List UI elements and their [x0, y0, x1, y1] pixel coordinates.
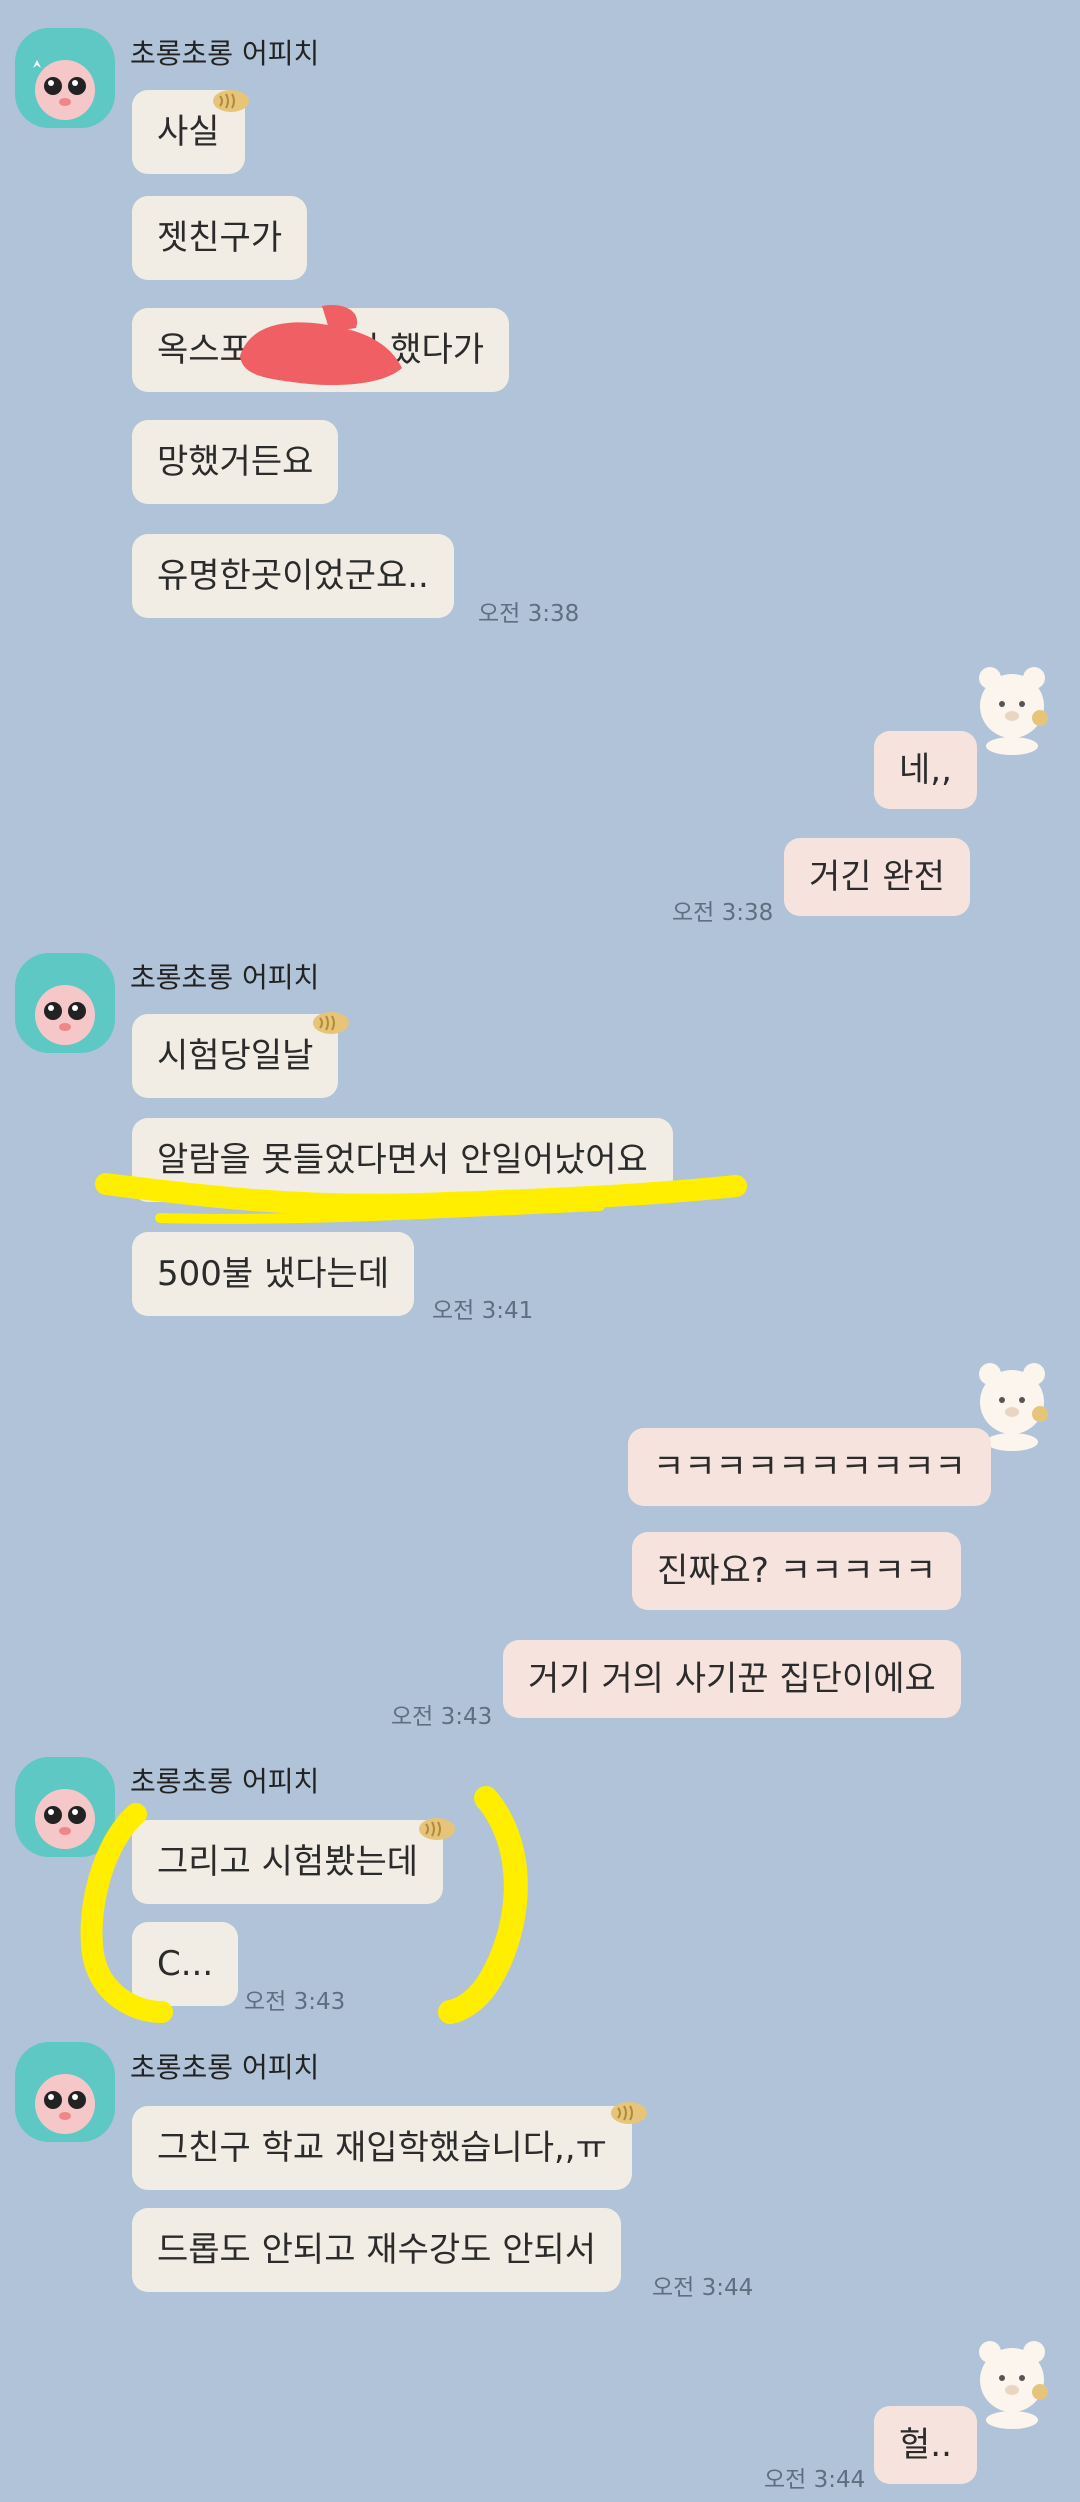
- message-bubble[interactable]: 500불 냈다는데: [132, 1232, 415, 1316]
- message-text: C...: [157, 1944, 214, 1984]
- message-bubble[interactable]: 그친구 학교 재입학했습니다,,ㅠ: [132, 2106, 632, 2190]
- yellow-underline-scribble: [155, 1201, 605, 1224]
- message-text: 드롭도 안되고 재수강도 안되서: [157, 2230, 597, 2270]
- message-bubble-sent[interactable]: 거기 거의 사기꾼 집단이에요: [503, 1640, 961, 1718]
- taiyaki-icon: [213, 90, 249, 112]
- message-bubble[interactable]: 그리고 시험봤는데: [132, 1820, 444, 1904]
- message-bubble-sent[interactable]: ㅋㅋㅋㅋㅋㅋㅋㅋㅋㅋ: [628, 1428, 991, 1506]
- message-text: 진짜요? ㅋㅋㅋㅋㅋ: [657, 1551, 937, 1591]
- message-bubble-sent[interactable]: 네,,: [874, 731, 977, 809]
- message-bubble-sent[interactable]: 거긴 완전: [784, 838, 970, 916]
- message-text: 알람을 못들었다면서 안일어났어요: [157, 1140, 648, 1180]
- avatar-apeach[interactable]: [15, 28, 115, 128]
- taiyaki-icon: [313, 1012, 349, 1034]
- message-bubble-sent[interactable]: 진짜요? ㅋㅋㅋㅋㅋ: [632, 1532, 962, 1610]
- avatar-apeach[interactable]: [15, 1757, 115, 1857]
- sender-name: 초롱초롱 어피치: [130, 1765, 320, 1798]
- timestamp: 오전 3:41: [432, 1298, 534, 1324]
- avatar-apeach[interactable]: [15, 953, 115, 1053]
- message-bubble-sent[interactable]: 헐..: [874, 2406, 977, 2484]
- message-text: 네,,: [899, 750, 952, 790]
- message-bubble[interactable]: 젯친구가: [132, 196, 308, 280]
- message-text: 거긴 완전: [809, 857, 945, 897]
- taiyaki-icon: [611, 2102, 647, 2124]
- message-text: 거기 거의 사기꾼 집단이에요: [528, 1659, 936, 1699]
- message-text: 시험당일날: [157, 1036, 314, 1076]
- avatar-apeach[interactable]: [15, 2042, 115, 2142]
- apeach-face-icon: [35, 985, 95, 1045]
- message-bubble[interactable]: 알람을 못들었다면서 안일어났어요: [132, 1118, 673, 1202]
- message-text: 헐..: [899, 2425, 952, 2465]
- sender-name: 초롱초롱 어피치: [130, 961, 320, 994]
- timestamp: 오전 3:43: [244, 1989, 346, 2015]
- message-bubble[interactable]: 망했거든요: [132, 420, 339, 504]
- message-bubble[interactable]: C...: [132, 1922, 239, 2006]
- message-text: 망했거든요: [157, 442, 314, 482]
- apeach-face-icon: [33, 60, 95, 120]
- timestamp: 오전 3:43: [391, 1704, 493, 1730]
- message-text: 유명한곳이었군요..: [157, 556, 429, 596]
- redaction-scribble: [240, 304, 402, 386]
- message-text: 그리고 시험봤는데: [157, 1842, 419, 1882]
- message-text: 젯친구가: [157, 218, 283, 258]
- message-bubble[interactable]: 유명한곳이었군요..: [132, 534, 454, 618]
- bear-emoticon-icon: [979, 667, 1048, 755]
- timestamp: 오전 3:38: [478, 601, 580, 627]
- message-text: 500불 냈다는데: [157, 1254, 390, 1294]
- message-text: 사실: [157, 112, 220, 152]
- apeach-face-icon: [35, 1789, 95, 1849]
- message-text: ㅋㅋㅋㅋㅋㅋㅋㅋㅋㅋ: [653, 1447, 966, 1487]
- taiyaki-icon: [419, 1818, 455, 1840]
- timestamp: 오전 3:44: [652, 2275, 754, 2301]
- message-bubble[interactable]: 드롭도 안되고 재수강도 안되서: [132, 2208, 622, 2292]
- sender-name: 초롱초롱 어피치: [130, 37, 320, 70]
- timestamp: 오전 3:38: [672, 900, 774, 926]
- sender-name: 초롱초롱 어피치: [130, 2051, 320, 2084]
- bear-emoticon-icon: [979, 2341, 1048, 2429]
- timestamp: 오전 3:44: [764, 2467, 866, 2493]
- message-text: 그친구 학교 재입학했습니다,,ㅠ: [157, 2128, 607, 2168]
- apeach-face-icon: [35, 2074, 95, 2134]
